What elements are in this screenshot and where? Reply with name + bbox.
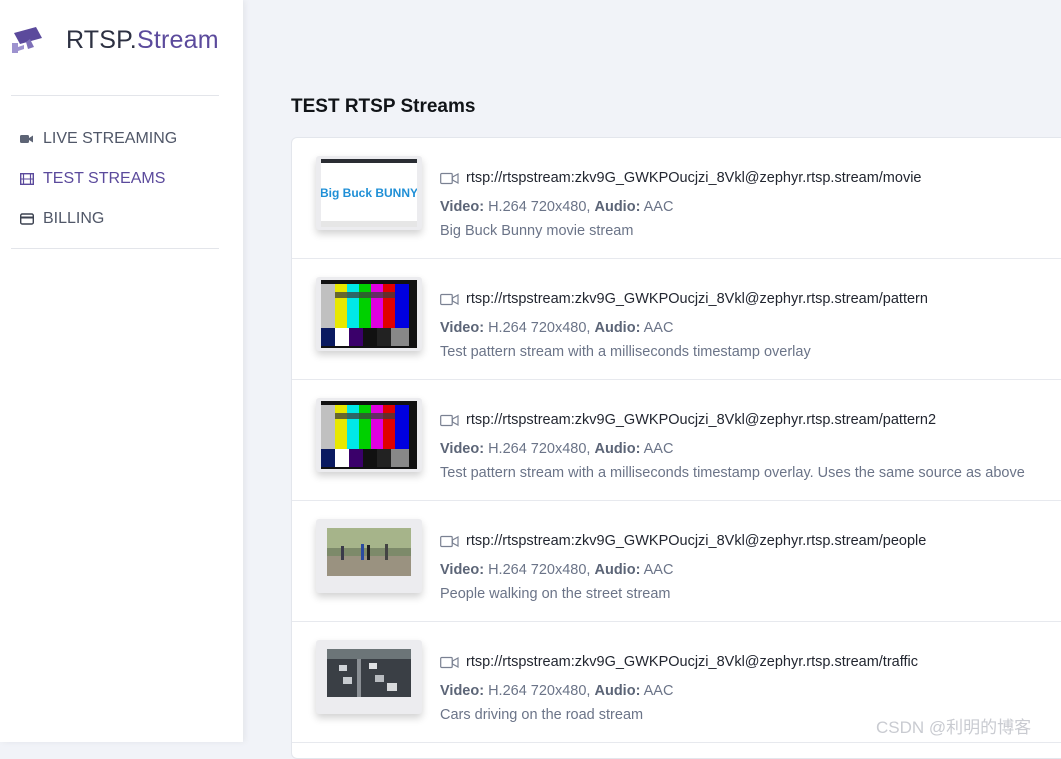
audio-value: AAC bbox=[643, 562, 674, 578]
video-label: Video: bbox=[440, 683, 485, 699]
sidebar-item-label: LIVE STREAMING bbox=[43, 130, 178, 147]
stream-spec: Video: H.264 720x480, Audio: AAC bbox=[440, 320, 673, 336]
stream-spec: Video: H.264 720x480, Audio: AAC bbox=[440, 562, 673, 578]
video-camera-icon bbox=[440, 414, 459, 426]
video-label: Video: bbox=[440, 562, 485, 578]
video-camera-icon bbox=[440, 172, 459, 184]
stream-description: Test pattern stream with a milliseconds … bbox=[440, 344, 811, 360]
big-buck-bunny-thumbnail[interactable]: Big Buck BUNNY bbox=[316, 156, 422, 230]
stream-description: Test pattern stream with a milliseconds … bbox=[440, 465, 1025, 481]
sidebar-item-label: BILLING bbox=[43, 210, 105, 227]
audio-value: AAC bbox=[643, 683, 674, 699]
sidebar-item-label: TEST STREAMS bbox=[43, 170, 166, 187]
stream-url[interactable]: rtsp://rtspstream:zkv9G_GWKPOucjzi_8Vkl@… bbox=[466, 170, 921, 186]
list-item: rtsp://rtspstream:zkv9G_GWKPOucjzi_8Vkl@… bbox=[292, 501, 1061, 622]
sidebar-item-test-streams[interactable]: TEST STREAMS bbox=[20, 159, 230, 199]
thumb-title: Big Buck BUNNY bbox=[321, 186, 417, 200]
audio-value: AAC bbox=[643, 199, 674, 215]
test-pattern-thumbnail[interactable] bbox=[316, 277, 422, 351]
audio-value: AAC bbox=[643, 441, 674, 457]
list-item: Big Buck BUNNY rtsp://rtspstream:zkv9G_G… bbox=[292, 138, 1061, 259]
video-label: Video: bbox=[440, 320, 485, 336]
stream-spec: Video: H.264 720x480, Audio: AAC bbox=[440, 683, 673, 699]
video-value: H.264 720x480, bbox=[488, 441, 591, 457]
stream-url[interactable]: rtsp://rtspstream:zkv9G_GWKPOucjzi_8Vkl@… bbox=[466, 654, 918, 670]
audio-label: Audio: bbox=[594, 683, 641, 699]
people-street-thumbnail[interactable] bbox=[316, 519, 422, 593]
stream-description: People walking on the street stream bbox=[440, 586, 671, 602]
video-value: H.264 720x480, bbox=[488, 562, 591, 578]
divider bbox=[11, 248, 219, 249]
video-camera-icon bbox=[440, 293, 459, 305]
page-title: TEST RTSP Streams bbox=[291, 96, 476, 117]
audio-label: Audio: bbox=[594, 199, 641, 215]
security-camera-icon bbox=[12, 27, 42, 53]
audio-value: AAC bbox=[643, 320, 674, 336]
video-value: H.264 720x480, bbox=[488, 199, 591, 215]
sidebar: RTSP.Stream LIVE STREAMING TEST STREAMS … bbox=[0, 0, 243, 742]
list-item: rtsp://rtspstream:zkv9G_GWKPOucjzi_8Vkl@… bbox=[292, 259, 1061, 380]
sidebar-item-live-streaming[interactable]: LIVE STREAMING bbox=[20, 119, 230, 159]
traffic-road-thumbnail[interactable] bbox=[316, 640, 422, 714]
stream-description: Cars driving on the road stream bbox=[440, 707, 644, 723]
video-camera-icon bbox=[20, 132, 34, 146]
stream-spec: Video: H.264 720x480, Audio: AAC bbox=[440, 441, 673, 457]
stream-list: Big Buck BUNNY rtsp://rtspstream:zkv9G_G… bbox=[291, 137, 1061, 759]
video-camera-icon bbox=[440, 535, 459, 547]
color-bars bbox=[321, 401, 417, 469]
stream-spec: Video: H.264 720x480, Audio: AAC bbox=[440, 199, 673, 215]
video-label: Video: bbox=[440, 199, 485, 215]
audio-label: Audio: bbox=[594, 562, 641, 578]
brand-prefix: RTSP. bbox=[66, 25, 137, 54]
list-item: rtsp://rtspstream:zkv9G_GWKPOucjzi_8Vkl@… bbox=[292, 380, 1061, 501]
video-value: H.264 720x480, bbox=[488, 320, 591, 336]
brand-suffix: Stream bbox=[136, 25, 219, 54]
brand-logo[interactable]: RTSP.Stream bbox=[10, 22, 219, 58]
stream-url[interactable]: rtsp://rtspstream:zkv9G_GWKPOucjzi_8Vkl@… bbox=[466, 291, 928, 307]
credit-card-icon bbox=[20, 212, 34, 226]
divider bbox=[11, 95, 219, 96]
stream-url[interactable]: rtsp://rtspstream:zkv9G_GWKPOucjzi_8Vkl@… bbox=[466, 533, 926, 549]
stream-description: Big Buck Bunny movie stream bbox=[440, 223, 634, 239]
video-value: H.264 720x480, bbox=[488, 683, 591, 699]
color-bars bbox=[321, 280, 417, 348]
watermark: CSDN @利明的博客 bbox=[876, 718, 1032, 737]
sidebar-item-billing[interactable]: BILLING bbox=[20, 199, 230, 239]
video-label: Video: bbox=[440, 441, 485, 457]
audio-label: Audio: bbox=[594, 441, 641, 457]
audio-label: Audio: bbox=[594, 320, 641, 336]
brand-name: RTSP.Stream bbox=[66, 26, 219, 55]
sidebar-nav: LIVE STREAMING TEST STREAMS BILLING bbox=[20, 119, 230, 239]
test-pattern-thumbnail[interactable] bbox=[316, 398, 422, 472]
film-icon bbox=[20, 172, 34, 186]
video-camera-icon bbox=[440, 656, 459, 668]
stream-url[interactable]: rtsp://rtspstream:zkv9G_GWKPOucjzi_8Vkl@… bbox=[466, 412, 936, 428]
